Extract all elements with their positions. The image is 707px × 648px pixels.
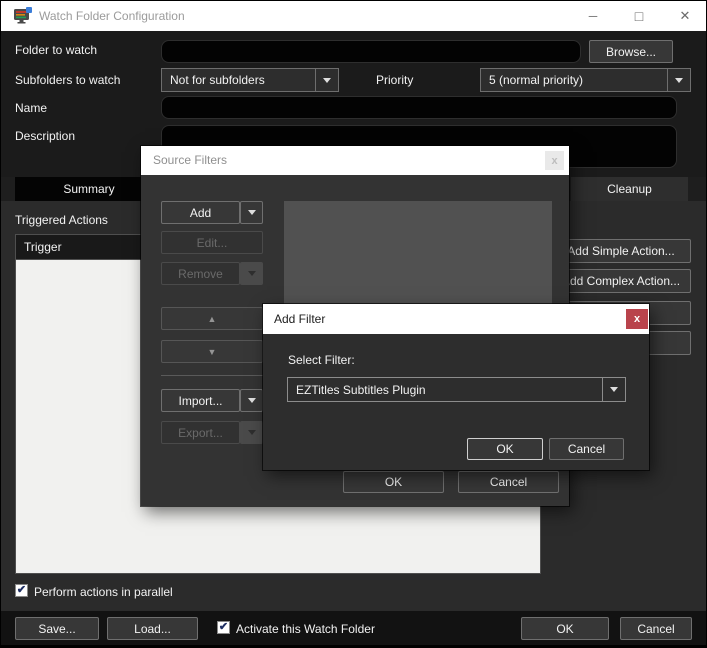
- add-filter-dialog: Add Filter x Select Filter: EZTitles Sub…: [263, 304, 649, 470]
- parallel-checkbox[interactable]: ✔: [15, 584, 28, 597]
- window-title: Watch Folder Configuration: [39, 9, 185, 23]
- folder-to-watch-input[interactable]: [161, 40, 581, 63]
- minimize-button[interactable]: ─: [577, 3, 609, 29]
- tab-cleanup[interactable]: Cleanup: [571, 177, 688, 201]
- add-complex-action-button[interactable]: Add Complex Action...: [551, 269, 691, 293]
- source-filters-titlebar: Source Filters x: [141, 146, 569, 175]
- sf-move-up-button[interactable]: ▲: [161, 307, 263, 330]
- filter-combo-value: EZTitles Subtitles Plugin: [288, 378, 602, 401]
- subfolders-combo-value: Not for subfolders: [162, 69, 315, 91]
- close-button[interactable]: ✕: [669, 3, 701, 29]
- sf-export-dropdown-icon[interactable]: [240, 421, 263, 444]
- triggered-actions-label: Triggered Actions: [15, 213, 108, 227]
- subfolders-combo[interactable]: Not for subfolders: [161, 68, 339, 92]
- sf-cancel-button[interactable]: Cancel: [458, 471, 559, 493]
- chevron-down-icon[interactable]: [667, 69, 690, 91]
- priority-combo-value: 5 (normal priority): [481, 69, 667, 91]
- source-filters-close-icon[interactable]: x: [545, 151, 564, 170]
- window-titlebar: Watch Folder Configuration ─ □ ✕: [1, 1, 707, 31]
- priority-label: Priority: [376, 73, 413, 87]
- filter-combo[interactable]: EZTitles Subtitles Plugin: [287, 377, 626, 402]
- add-filter-titlebar: Add Filter x: [263, 304, 649, 334]
- app-icon: [13, 7, 33, 25]
- sf-divider: [161, 375, 263, 376]
- chevron-down-icon[interactable]: [602, 378, 625, 401]
- browse-button[interactable]: Browse...: [589, 40, 673, 63]
- sf-import-button[interactable]: Import...: [161, 389, 240, 412]
- sf-add-dropdown-icon[interactable]: [240, 201, 263, 224]
- activate-watch-folder-checkbox[interactable]: ✔: [217, 621, 230, 634]
- sf-add-button[interactable]: Add: [161, 201, 240, 224]
- add-simple-action-button[interactable]: Add Simple Action...: [551, 239, 691, 263]
- priority-combo[interactable]: 5 (normal priority): [480, 68, 691, 92]
- sf-import-dropdown-icon[interactable]: [240, 389, 263, 412]
- folder-to-watch-label: Folder to watch: [15, 43, 97, 57]
- sf-ok-button[interactable]: OK: [343, 471, 444, 493]
- cancel-button[interactable]: Cancel: [620, 617, 692, 640]
- sf-export-button[interactable]: Export...: [161, 421, 240, 444]
- add-filter-close-icon[interactable]: x: [626, 309, 648, 329]
- sf-move-down-button[interactable]: ▼: [161, 340, 263, 363]
- save-button[interactable]: Save...: [15, 617, 99, 640]
- description-label: Description: [15, 129, 75, 143]
- activate-watch-folder-label: Activate this Watch Folder: [236, 622, 375, 636]
- sf-edit-button[interactable]: Edit...: [161, 231, 263, 254]
- add-filter-cancel-button[interactable]: Cancel: [549, 438, 624, 460]
- add-filter-title: Add Filter: [274, 312, 325, 326]
- check-icon: ✔: [17, 585, 26, 596]
- name-label: Name: [15, 101, 47, 115]
- parallel-checkbox-label: Perform actions in parallel: [34, 585, 173, 599]
- chevron-down-icon[interactable]: [315, 69, 338, 91]
- subfolders-to-watch-label: Subfolders to watch: [15, 73, 120, 87]
- sf-remove-dropdown-icon[interactable]: [240, 262, 263, 285]
- maximize-button[interactable]: □: [623, 3, 655, 29]
- watch-folder-configuration-window: Watch Folder Configuration ─ □ ✕ Folder …: [0, 0, 707, 648]
- name-input[interactable]: [161, 96, 677, 119]
- source-filters-title: Source Filters: [153, 153, 227, 167]
- select-filter-label: Select Filter:: [288, 353, 355, 367]
- sf-remove-button[interactable]: Remove: [161, 262, 240, 285]
- ok-button[interactable]: OK: [521, 617, 609, 640]
- add-filter-ok-button[interactable]: OK: [467, 438, 543, 460]
- check-icon: ✔: [219, 622, 228, 633]
- load-button[interactable]: Load...: [107, 617, 198, 640]
